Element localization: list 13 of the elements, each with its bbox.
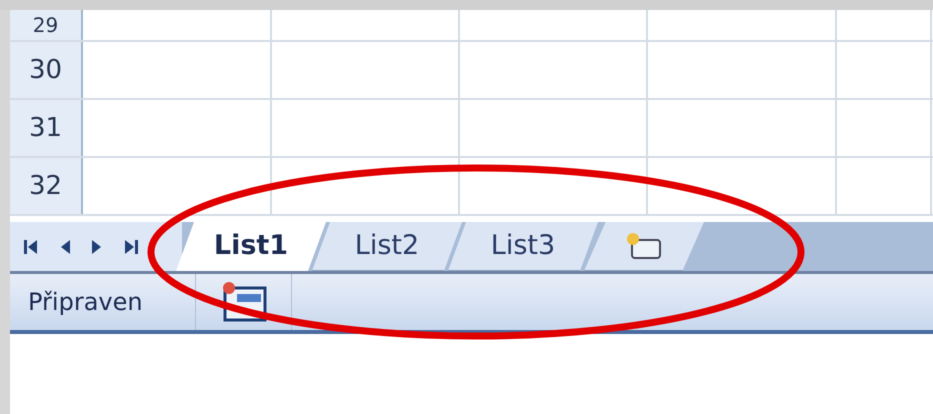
- first-sheet-icon[interactable]: [24, 238, 38, 256]
- next-sheet-icon[interactable]: [92, 238, 102, 256]
- new-sheet-icon: [624, 230, 664, 262]
- sheet-tab[interactable]: List1: [176, 222, 326, 271]
- row-header[interactable]: 29: [10, 10, 83, 40]
- row-header[interactable]: 30: [10, 42, 83, 98]
- sheet-tab[interactable]: List3: [448, 222, 598, 271]
- row-header[interactable]: 32: [10, 158, 83, 214]
- status-text: Připraven: [10, 274, 196, 330]
- last-sheet-icon[interactable]: [124, 238, 138, 256]
- row-header[interactable]: 31: [10, 100, 83, 156]
- previous-sheet-icon[interactable]: [60, 238, 70, 256]
- sheet-tab[interactable]: List2: [312, 222, 462, 271]
